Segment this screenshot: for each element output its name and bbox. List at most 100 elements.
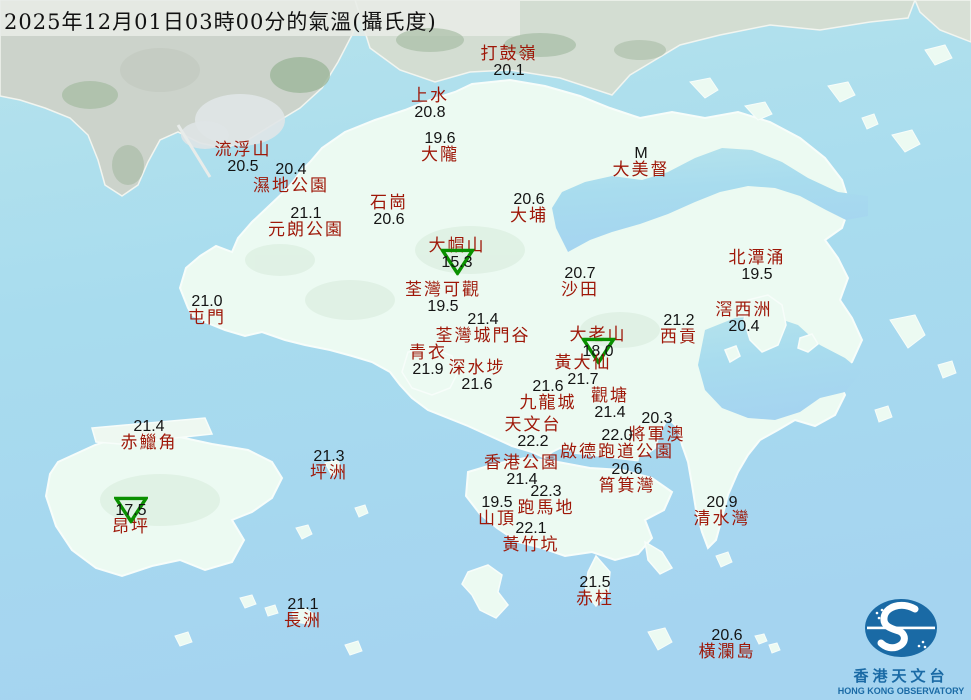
station: 19.6 大隴 xyxy=(421,130,459,166)
station-value: 20.6 xyxy=(711,627,743,644)
hko-logo-chinese: 香港天文台 xyxy=(853,667,949,685)
station: 21.4 荃灣城門谷 xyxy=(435,311,531,347)
station-name-label: 濕地公園 xyxy=(253,176,329,197)
station-value: 21.6 xyxy=(461,376,493,394)
station: 21.0 屯門 xyxy=(188,293,226,329)
station-name-label: 觀塘 xyxy=(591,386,629,406)
hko-logo-icon xyxy=(865,599,937,657)
station: 北潭涌 19.5 xyxy=(728,248,786,284)
station: 20.9 清水灣 xyxy=(693,494,751,530)
station-value: 22.3 xyxy=(530,483,562,500)
station: 21.6 九龍城 xyxy=(520,378,577,413)
station-value: 20.6 xyxy=(611,461,643,478)
station-value: 21.4 xyxy=(594,404,626,422)
hko-logo: 香港天文台 HONG KONG OBSERVATORY xyxy=(836,597,966,696)
station-value: 21.1 xyxy=(287,596,319,613)
station-value: 21.9 xyxy=(412,361,444,379)
station: 21.1 長洲 xyxy=(284,596,322,632)
station-value: 20.6 xyxy=(513,191,545,208)
station-name-label: 流浮山 xyxy=(214,140,272,160)
station-value: 20.8 xyxy=(414,104,446,122)
station-name-label: 大美督 xyxy=(612,160,670,181)
station-name-label: 坪洲 xyxy=(310,463,348,484)
station-value: 21.4 xyxy=(467,311,499,328)
station-value: 20.7 xyxy=(564,265,596,282)
station-value: 20.1 xyxy=(493,62,525,80)
station-value: 22.2 xyxy=(517,433,549,451)
station-name-label: 清水灣 xyxy=(693,509,751,530)
station: 大帽山 15.3 xyxy=(429,237,486,278)
station: 17.5 昂坪 xyxy=(112,496,150,537)
station: 20.4 濕地公園 xyxy=(253,161,329,197)
station: M 大美督 xyxy=(612,145,670,181)
station-name-label: 跑馬地 xyxy=(517,498,575,519)
station-value: 21.5 xyxy=(579,574,611,591)
station-name-label: 橫瀾島 xyxy=(698,642,756,663)
station-value: 21.2 xyxy=(663,312,695,329)
station: 21.2 西貢 xyxy=(660,312,698,348)
station: 打鼓嶺 20.1 xyxy=(480,44,538,80)
station-name-label: 屯門 xyxy=(188,308,226,329)
station-value: 20.3 xyxy=(641,410,673,427)
station: 觀塘 21.4 xyxy=(591,386,629,422)
page-title: 2025年12月01日03時00分的氣溫(攝氏度) xyxy=(4,10,437,34)
station-name-label: 黃大仙 xyxy=(554,353,612,373)
temperature-map: 2025年12月01日03時00分的氣溫(攝氏度) 打鼓嶺 20.1 上水 20.8 1… xyxy=(0,0,971,700)
station-name-label: 北潭涌 xyxy=(728,248,786,268)
station-name-label: 赤柱 xyxy=(576,589,614,610)
station: 21.5 赤柱 xyxy=(576,574,614,610)
station-name-label: 黃竹坑 xyxy=(502,535,560,556)
hong-kong-map xyxy=(0,0,971,700)
station: 上水 20.8 xyxy=(411,86,449,122)
station: 21.3 坪洲 xyxy=(310,448,348,484)
station-value: 21.0 xyxy=(191,293,223,310)
station: 20.6 筲箕灣 xyxy=(598,461,656,497)
station-name-label: 深水埗 xyxy=(448,358,506,378)
station: 石崗 20.6 xyxy=(370,193,408,229)
station-value: 19.5 xyxy=(481,494,513,511)
station-name-label: 香港公園 xyxy=(484,453,560,473)
station: 20.7 沙田 xyxy=(561,265,599,301)
station-value: 20.4 xyxy=(728,318,760,336)
station-value: 22.0 xyxy=(601,427,633,444)
station: 21.4 赤鱲角 xyxy=(121,418,178,453)
station: 深水埗 21.6 xyxy=(448,358,506,394)
station-name-label: 啟德跑道公園 xyxy=(560,442,674,463)
station: 青衣 21.9 xyxy=(409,343,447,379)
station-name-label: 西貢 xyxy=(660,327,698,348)
station-name-label: 青衣 xyxy=(409,343,447,363)
hko-logo-english: HONG KONG OBSERVATORY xyxy=(837,686,965,696)
station: 22.3 跑馬地 xyxy=(517,483,575,519)
station-name-label: 筲箕灣 xyxy=(598,476,656,497)
station-name-label: 長洲 xyxy=(284,611,322,632)
station-value: 17.5 xyxy=(112,496,150,525)
station-value: 21.3 xyxy=(313,448,345,465)
station: 22.0 啟德跑道公園 xyxy=(560,427,674,463)
station-name-label: 沙田 xyxy=(561,280,599,301)
station: 20.6 大埔 xyxy=(510,191,548,227)
station-name-label: 大隴 xyxy=(421,145,459,166)
station-name-label: 石崗 xyxy=(370,193,408,213)
station-value: 20.4 xyxy=(275,161,307,178)
station-value: 19.5 xyxy=(741,266,773,284)
station-value: 21.6 xyxy=(532,378,564,395)
station-value: 15.3 xyxy=(429,249,486,278)
station-name-label: 元朗公園 xyxy=(268,220,344,241)
station: 天文台 22.2 xyxy=(504,415,562,451)
station: 滘西洲 20.4 xyxy=(715,300,773,336)
station-name-label: 打鼓嶺 xyxy=(480,44,538,64)
station: 22.1 黃竹坑 xyxy=(502,520,560,556)
station-value: 21.1 xyxy=(290,205,322,222)
station-value: 20.9 xyxy=(706,494,738,511)
station: 20.6 橫瀾島 xyxy=(698,627,756,663)
station: 21.1 元朗公園 xyxy=(268,205,344,241)
station-name-label: 荃灣城門谷 xyxy=(435,326,531,347)
station-name-label: 上水 xyxy=(411,86,449,106)
station-name-label: 天文台 xyxy=(504,415,562,435)
station-value: 22.1 xyxy=(515,520,547,537)
station-value: 19.6 xyxy=(424,130,456,147)
station-value: 21.4 xyxy=(133,418,165,435)
station-value: M xyxy=(634,145,648,162)
station-name-label: 大埔 xyxy=(510,206,548,227)
station-name-label: 滘西洲 xyxy=(715,300,773,320)
